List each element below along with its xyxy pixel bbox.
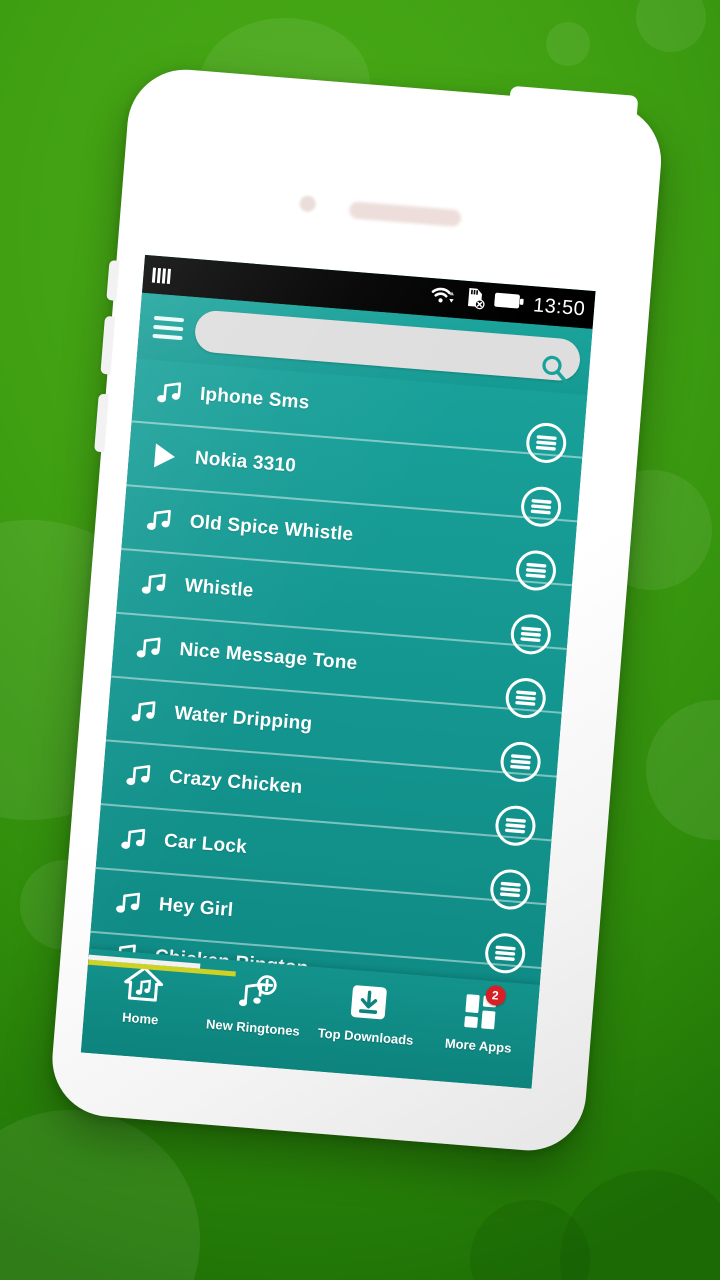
sdcard-removed-icon	[464, 286, 486, 315]
phone-side-button-volume-up[interactable]	[100, 315, 115, 375]
camera-dot-icon	[299, 195, 317, 213]
ringtone-title: Crazy Chicken	[168, 766, 304, 799]
bokeh-circle	[636, 0, 706, 52]
bokeh-circle	[470, 1200, 590, 1280]
ringtone-list: Iphone Sms Nokia 3310 Old Spice Whistle …	[87, 358, 588, 1009]
nav-item-top-downloads[interactable]: Top Downloads	[309, 976, 427, 1049]
app-promo-background: 13:50 Iphone Sms Nokia 3310 Old Spice Wh…	[0, 0, 720, 1280]
bokeh-circle	[646, 700, 720, 840]
status-bar-clock: 13:50	[532, 293, 587, 320]
nav-label: Home	[121, 1009, 159, 1028]
battery-icon	[493, 291, 525, 315]
signal-bars-icon	[151, 267, 172, 284]
music-note-icon	[151, 374, 188, 411]
ringtone-title: Water Dripping	[173, 702, 314, 735]
nav-label: Top Downloads	[317, 1025, 414, 1048]
phone-top-bump	[508, 85, 639, 126]
music-note-icon	[120, 757, 157, 794]
download-icon	[345, 979, 392, 1026]
phone-mockup: 13:50 Iphone Sms Nokia 3310 Old Spice Wh…	[46, 65, 691, 1186]
play-icon	[146, 438, 183, 475]
bokeh-circle	[546, 22, 590, 66]
wifi-icon	[430, 284, 458, 311]
ringtone-title: Iphone Sms	[199, 383, 311, 414]
bokeh-circle	[560, 1170, 720, 1280]
nav-item-new-ringtones[interactable]: New Ringtones	[196, 967, 314, 1040]
phone-body: 13:50 Iphone Sms Nokia 3310 Old Spice Wh…	[48, 65, 666, 1155]
hamburger-menu-icon[interactable]	[152, 315, 185, 341]
status-bar-left	[151, 267, 172, 284]
music-note-icon	[135, 565, 172, 602]
ringtone-title: Nokia 3310	[194, 447, 297, 477]
apps-grid-icon: 2	[457, 984, 507, 1035]
ringtone-title: Nice Message Tone	[178, 638, 359, 675]
nav-label: More Apps	[444, 1035, 513, 1056]
speaker-grille-icon	[348, 201, 462, 228]
ringtone-title: Whistle	[183, 575, 255, 602]
nav-item-more-apps[interactable]: 2 More Apps	[421, 984, 539, 1058]
music-note-icon	[115, 821, 152, 858]
music-note-icon	[141, 502, 178, 539]
ringtone-title: Hey Girl	[158, 894, 235, 922]
phone-side-button-mute[interactable]	[106, 260, 120, 301]
music-note-icon	[110, 884, 147, 921]
nav-label: New Ringtones	[205, 1016, 301, 1039]
music-note-icon	[130, 629, 167, 666]
ringtone-title: Old Spice Whistle	[188, 511, 354, 546]
phone-screen: 13:50 Iphone Sms Nokia 3310 Old Spice Wh…	[80, 254, 596, 1089]
add-ringtone-icon	[232, 969, 279, 1016]
phone-side-button-volume-down[interactable]	[94, 393, 109, 453]
search-icon[interactable]	[538, 352, 570, 384]
music-note-icon	[125, 693, 162, 730]
ringtone-title: Car Lock	[163, 830, 248, 858]
